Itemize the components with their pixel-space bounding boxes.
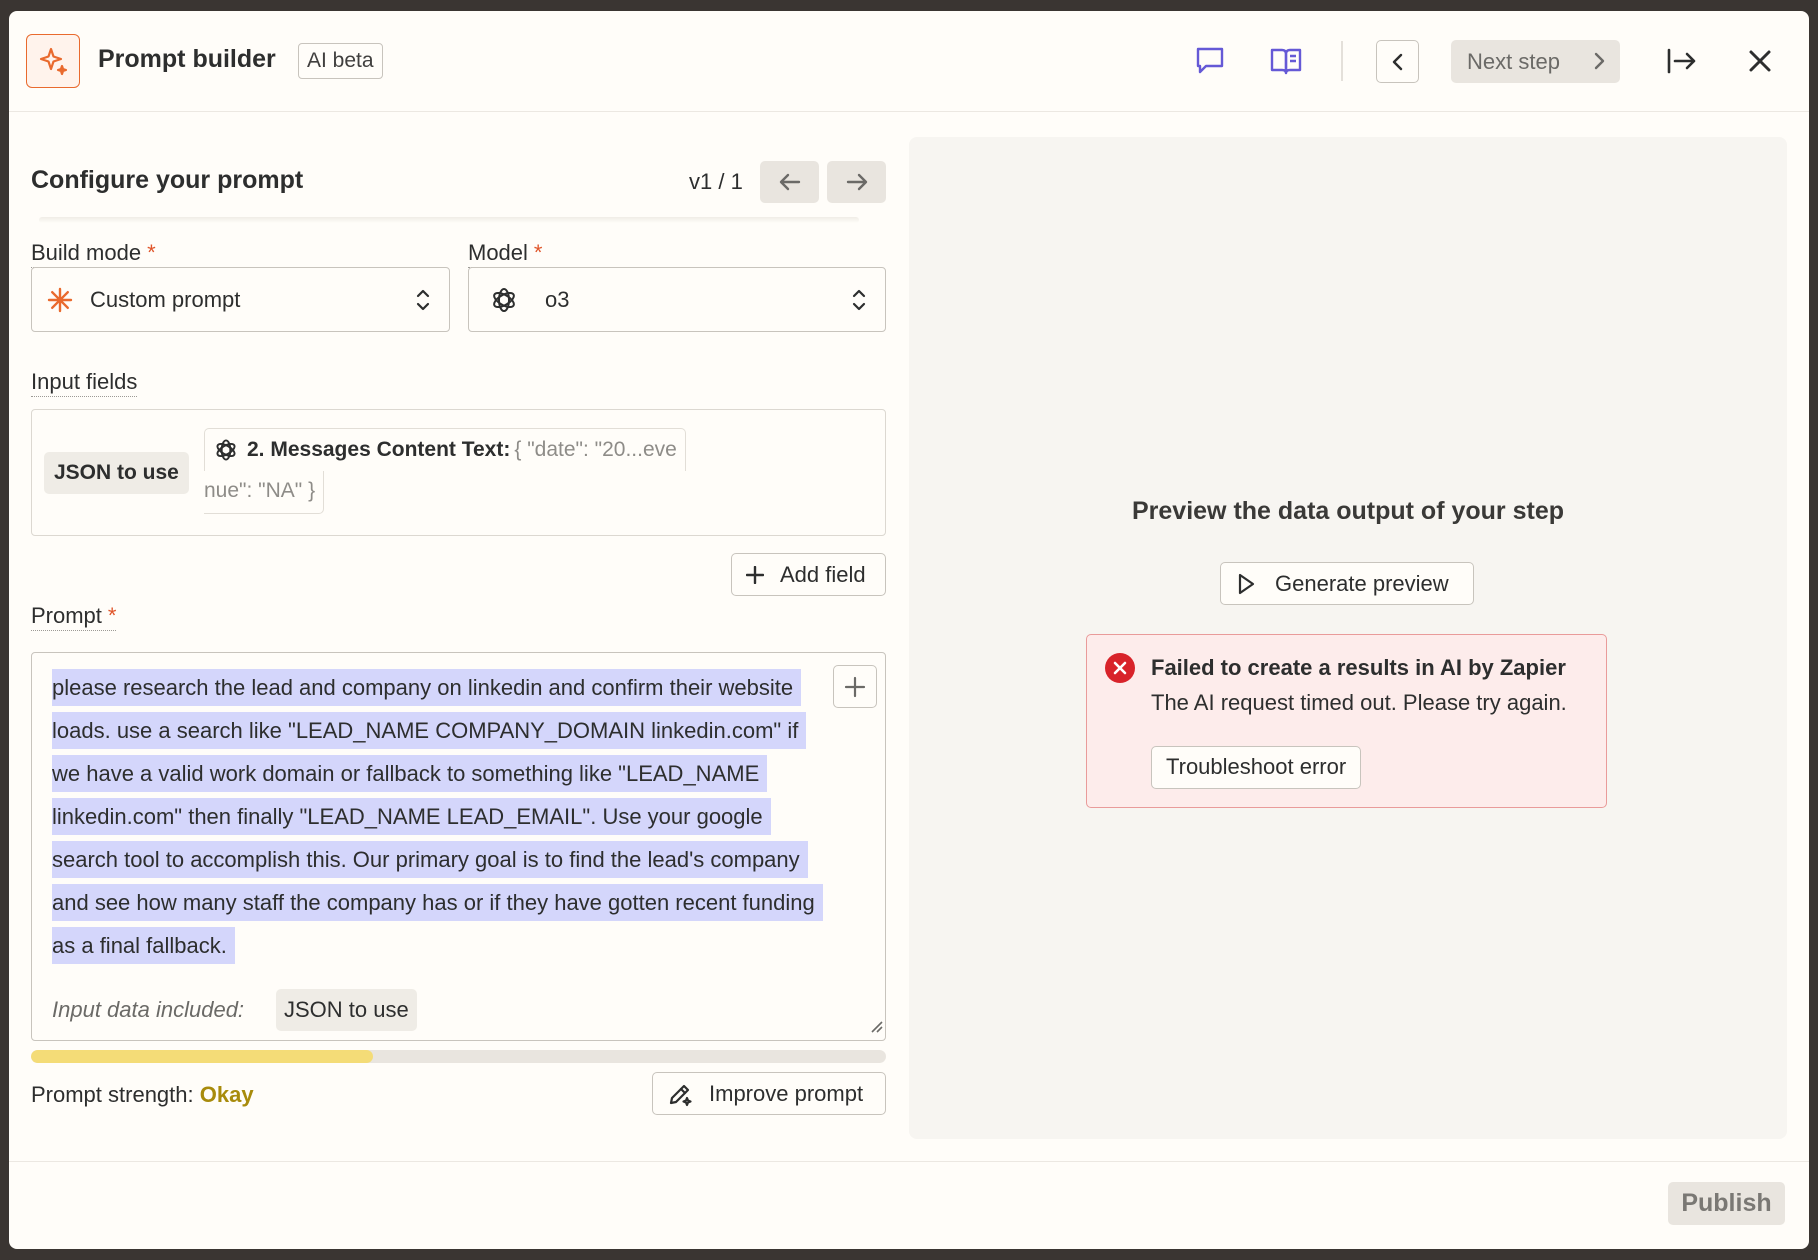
header-divider [1341, 41, 1343, 81]
ai-sparkle-logo-icon [26, 34, 80, 88]
model-value: o3 [545, 286, 570, 312]
prompt-strength: Prompt strength: Okay [31, 1082, 254, 1108]
error-x-icon [1105, 653, 1135, 683]
error-title: Failed to create a results in AI by Zapi… [1151, 655, 1566, 680]
preview-panel: Preview the data output of your step Gen… [909, 137, 1787, 1139]
section-shadow [39, 217, 859, 223]
next-version-button[interactable] [827, 161, 886, 203]
close-icon[interactable] [1740, 41, 1780, 81]
chevron-up-down-icon [851, 286, 867, 319]
previous-version-button[interactable] [760, 161, 819, 203]
model-label: Model * [468, 240, 543, 268]
header: Prompt builder AI beta Next step [9, 11, 1809, 112]
input-data-included-label: Input data included: [52, 997, 245, 1022]
error-message: The AI request timed out. Please try aga… [1151, 690, 1567, 715]
prompt-textarea[interactable]: please research the lead and company on … [31, 652, 886, 1041]
improve-prompt-label: Improve prompt [709, 1080, 864, 1106]
book-icon[interactable] [1266, 41, 1306, 81]
prompt-strength-fill [31, 1050, 373, 1063]
prompt-text[interactable]: please research the lead and company on … [52, 666, 823, 967]
footer: Publish [9, 1161, 1809, 1249]
prompt-label-text: Prompt [31, 603, 102, 628]
chevron-up-down-icon [415, 286, 431, 319]
model-label-text: Model [468, 240, 528, 265]
version-indicator: v1 / 1 [689, 169, 743, 194]
next-step-label: Next step [1467, 48, 1560, 74]
plus-icon [746, 565, 764, 584]
prompt-selected-text: please research the lead and company on … [52, 669, 823, 964]
page-title: Prompt builder [98, 45, 276, 73]
build-mode-label: Build mode * [31, 240, 156, 268]
input-field-name[interactable]: JSON to use [44, 452, 189, 494]
preview-title: Preview the data output of your step [1132, 497, 1564, 525]
chevron-left-icon [1392, 53, 1402, 70]
token-preview-line1: { "date": "20...eve [514, 438, 677, 461]
required-asterisk: * [147, 240, 156, 265]
asterisk-sparkle-icon [46, 286, 74, 314]
publish-button[interactable]: Publish [1668, 1182, 1785, 1225]
prompt-strength-bar [31, 1050, 886, 1063]
next-step-button[interactable]: Next step [1451, 40, 1620, 83]
build-mode-select[interactable]: Custom prompt [31, 267, 450, 332]
resize-grip-icon[interactable] [867, 1017, 883, 1038]
chevron-right-icon [1592, 51, 1606, 77]
prompt-label: Prompt * [31, 603, 117, 631]
token-preview-line2: nue": "NA" } [204, 471, 325, 514]
input-data-included-pill[interactable]: JSON to use [276, 989, 417, 1031]
openai-logo-icon [489, 285, 519, 315]
prompt-builder-modal: Prompt builder AI beta Next step Configu… [9, 11, 1809, 1249]
build-mode-value: Custom prompt [90, 286, 241, 312]
input-fields-label: Input fields [31, 369, 138, 397]
plus-icon [844, 676, 866, 697]
generate-preview-button[interactable]: Generate preview [1220, 562, 1474, 605]
required-asterisk: * [533, 240, 543, 265]
build-mode-label-text: Build mode [31, 240, 142, 265]
required-asterisk: * [107, 603, 117, 628]
input-fields-box: JSON to use 2. Messages Content Text: { … [31, 409, 886, 536]
insert-data-button[interactable] [833, 665, 877, 708]
beta-badge: AI beta [298, 43, 383, 79]
arrow-right-icon [846, 173, 867, 191]
collapse-panel-icon[interactable] [1662, 41, 1702, 81]
arrow-left-icon [779, 173, 800, 191]
generate-preview-label: Generate preview [1275, 570, 1449, 596]
chat-icon[interactable] [1190, 41, 1230, 81]
prompt-strength-label: Prompt strength: [31, 1082, 194, 1107]
troubleshoot-error-button[interactable]: Troubleshoot error [1151, 746, 1362, 789]
mapped-token[interactable]: 2. Messages Content Text: { "date": "20.… [204, 428, 686, 471]
token-title: 2. Messages Content Text: [247, 438, 511, 461]
openai-logo-icon [213, 437, 239, 463]
error-alert: Failed to create a results in AI by Zapi… [1086, 634, 1607, 808]
add-field-label: Add field [780, 561, 866, 587]
model-select[interactable]: o3 [468, 267, 886, 332]
section-title: Configure your prompt [31, 166, 304, 194]
play-icon [1237, 573, 1255, 595]
improve-prompt-button[interactable]: Improve prompt [652, 1072, 886, 1115]
add-field-button[interactable]: Add field [731, 553, 886, 596]
prompt-strength-value: Okay [199, 1082, 254, 1107]
previous-step-button[interactable] [1376, 40, 1419, 83]
magic-pen-icon [667, 1081, 693, 1107]
